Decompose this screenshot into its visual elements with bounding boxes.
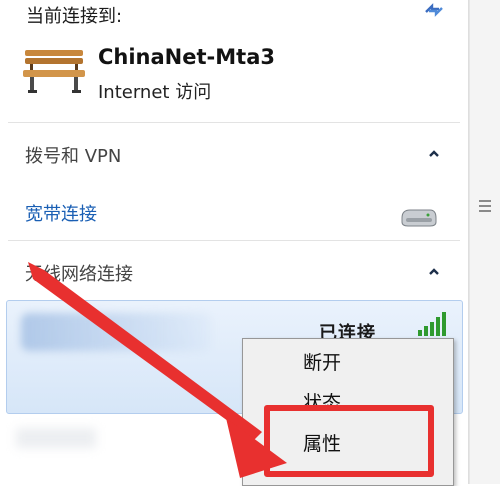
annotation-arrow [28, 262, 287, 478]
